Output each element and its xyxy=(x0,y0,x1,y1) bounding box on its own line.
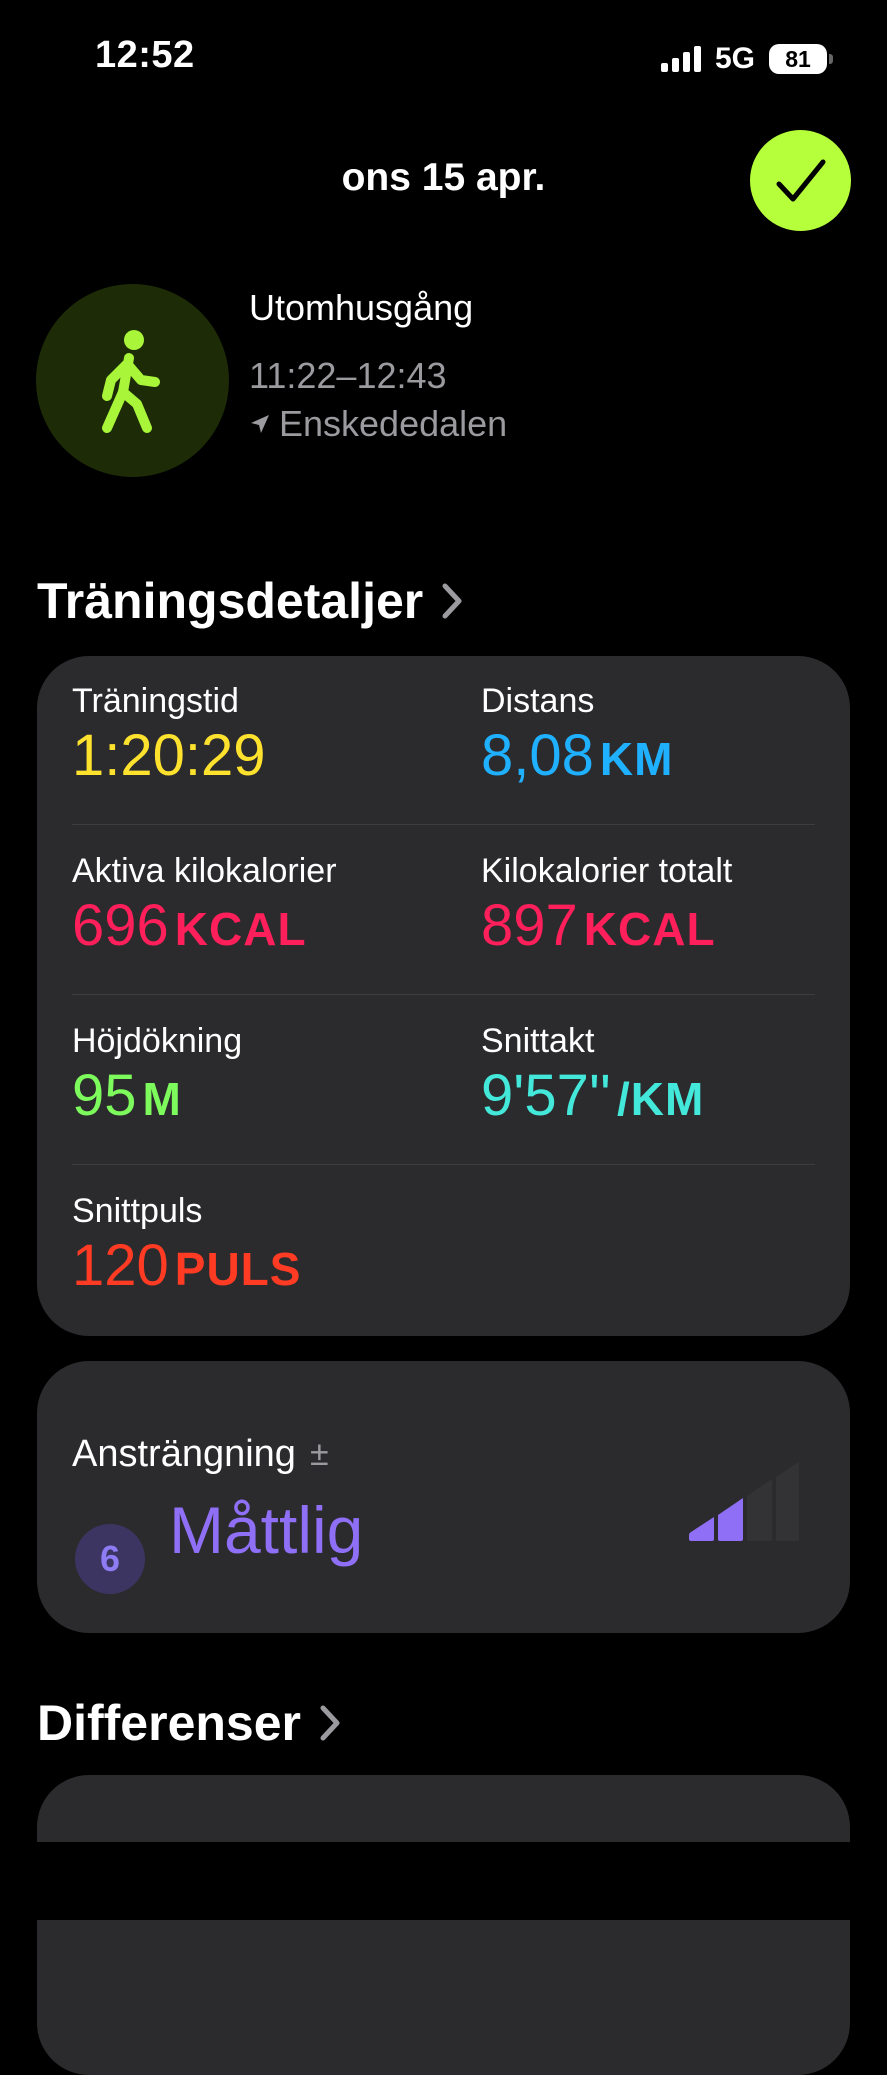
metric-unit: KCAL xyxy=(583,903,716,956)
effort-card[interactable]: Ansträngning ± 6 Måttlig xyxy=(37,1361,850,1633)
cellular-signal-icon xyxy=(660,46,701,72)
location-name: Enskededalen xyxy=(279,403,508,444)
metric-label: Kilokalorier totalt xyxy=(481,852,733,890)
effort-bar xyxy=(718,1498,743,1541)
metric-unit: PULS xyxy=(174,1243,302,1296)
metric-number: 696 xyxy=(72,893,169,959)
metric-value: 9'57''/KM xyxy=(481,1061,841,1131)
metric-number: 95 xyxy=(72,1063,137,1129)
divider xyxy=(72,1164,815,1165)
workout-time-range: 11:22–12:43 xyxy=(249,355,447,396)
metric-value: 120 PULS xyxy=(72,1231,432,1301)
workout-details-heading[interactable]: Träningsdetaljer xyxy=(37,572,463,630)
metric-number: 9'57'' xyxy=(481,1063,611,1129)
done-button[interactable] xyxy=(750,130,851,231)
metric-active-kcal: Aktiva kilokalorier 696 KCAL xyxy=(72,852,432,961)
metric-label: Distans xyxy=(481,682,595,720)
walking-figure-icon xyxy=(101,329,160,433)
effort-score-badge: 6 xyxy=(75,1524,145,1594)
metric-number: 897 xyxy=(481,893,578,959)
effort-title: Ansträngning xyxy=(72,1433,296,1475)
status-indicators: 5G 81 xyxy=(660,42,833,76)
effort-bar xyxy=(689,1517,714,1541)
differences-heading[interactable]: Differenser xyxy=(37,1694,341,1752)
metric-avg-pace: Snittakt 9'57''/KM xyxy=(481,1022,841,1131)
chevron-right-icon xyxy=(320,1705,340,1741)
metric-elevation-gain: Höjdökning 95 M xyxy=(72,1022,432,1131)
workout-details-card[interactable]: Träningstid 1:20:29 Distans 8,08 KM Aktiv… xyxy=(37,656,850,1336)
metric-label: Snittakt xyxy=(481,1022,595,1060)
metric-value: 95 M xyxy=(72,1061,432,1131)
workout-location: Enskededalen xyxy=(249,403,507,445)
divider xyxy=(72,824,815,825)
metric-total-kcal: Kilokalorier totalt 897 KCAL xyxy=(481,852,841,961)
checkmark-icon xyxy=(776,159,825,201)
effort-bar xyxy=(776,1462,799,1541)
metric-label: Höjdökning xyxy=(72,1022,243,1060)
metric-unit: M xyxy=(142,1073,182,1126)
metric-label: Snittpuls xyxy=(72,1192,203,1230)
differences-title: Differenser xyxy=(37,1695,301,1751)
metric-label: Träningstid xyxy=(72,682,239,720)
workout-details-title: Träningsdetaljer xyxy=(37,573,424,629)
metric-unit: /KM xyxy=(617,1073,705,1126)
plus-minus-icon: ± xyxy=(309,1435,329,1473)
metric-workout-time: Träningstid 1:20:29 xyxy=(72,682,432,791)
metric-value: 8,08 KM xyxy=(481,721,841,791)
effort-level-bars-icon xyxy=(689,1462,799,1541)
metric-value: 897 KCAL xyxy=(481,891,841,961)
network-type: 5G xyxy=(714,42,755,75)
effort-bar xyxy=(747,1479,772,1541)
status-bar: 12:52 5G 81 xyxy=(0,0,887,120)
effort-level: Måttlig xyxy=(169,1493,364,1567)
metric-label: Aktiva kilokalorier xyxy=(72,852,337,890)
metric-unit: KCAL xyxy=(174,903,307,956)
location-arrow-icon xyxy=(251,415,269,433)
effort-label: Ansträngning ± xyxy=(72,1433,329,1476)
metric-number: 1:20:29 xyxy=(72,723,266,789)
divider xyxy=(72,994,815,995)
battery-icon: 81 xyxy=(769,44,833,74)
metric-number: 8,08 xyxy=(481,723,594,789)
bottom-edge xyxy=(0,1842,887,1920)
metric-number: 120 xyxy=(72,1233,169,1299)
workout-name: Utomhusgång xyxy=(249,287,474,328)
metric-value: 696 KCAL xyxy=(72,891,432,961)
differences-card[interactable] xyxy=(37,1775,850,2075)
metric-value: 1:20:29 xyxy=(72,721,432,791)
workout-type-badge xyxy=(36,284,229,477)
metric-unit: KM xyxy=(599,733,674,786)
metric-avg-heart-rate: Snittpuls 120 PULS xyxy=(72,1192,432,1301)
chevron-right-icon xyxy=(442,583,462,619)
status-time: 12:52 xyxy=(95,34,195,76)
battery-level: 81 xyxy=(785,45,811,72)
metric-distance: Distans 8,08 KM xyxy=(481,682,841,791)
